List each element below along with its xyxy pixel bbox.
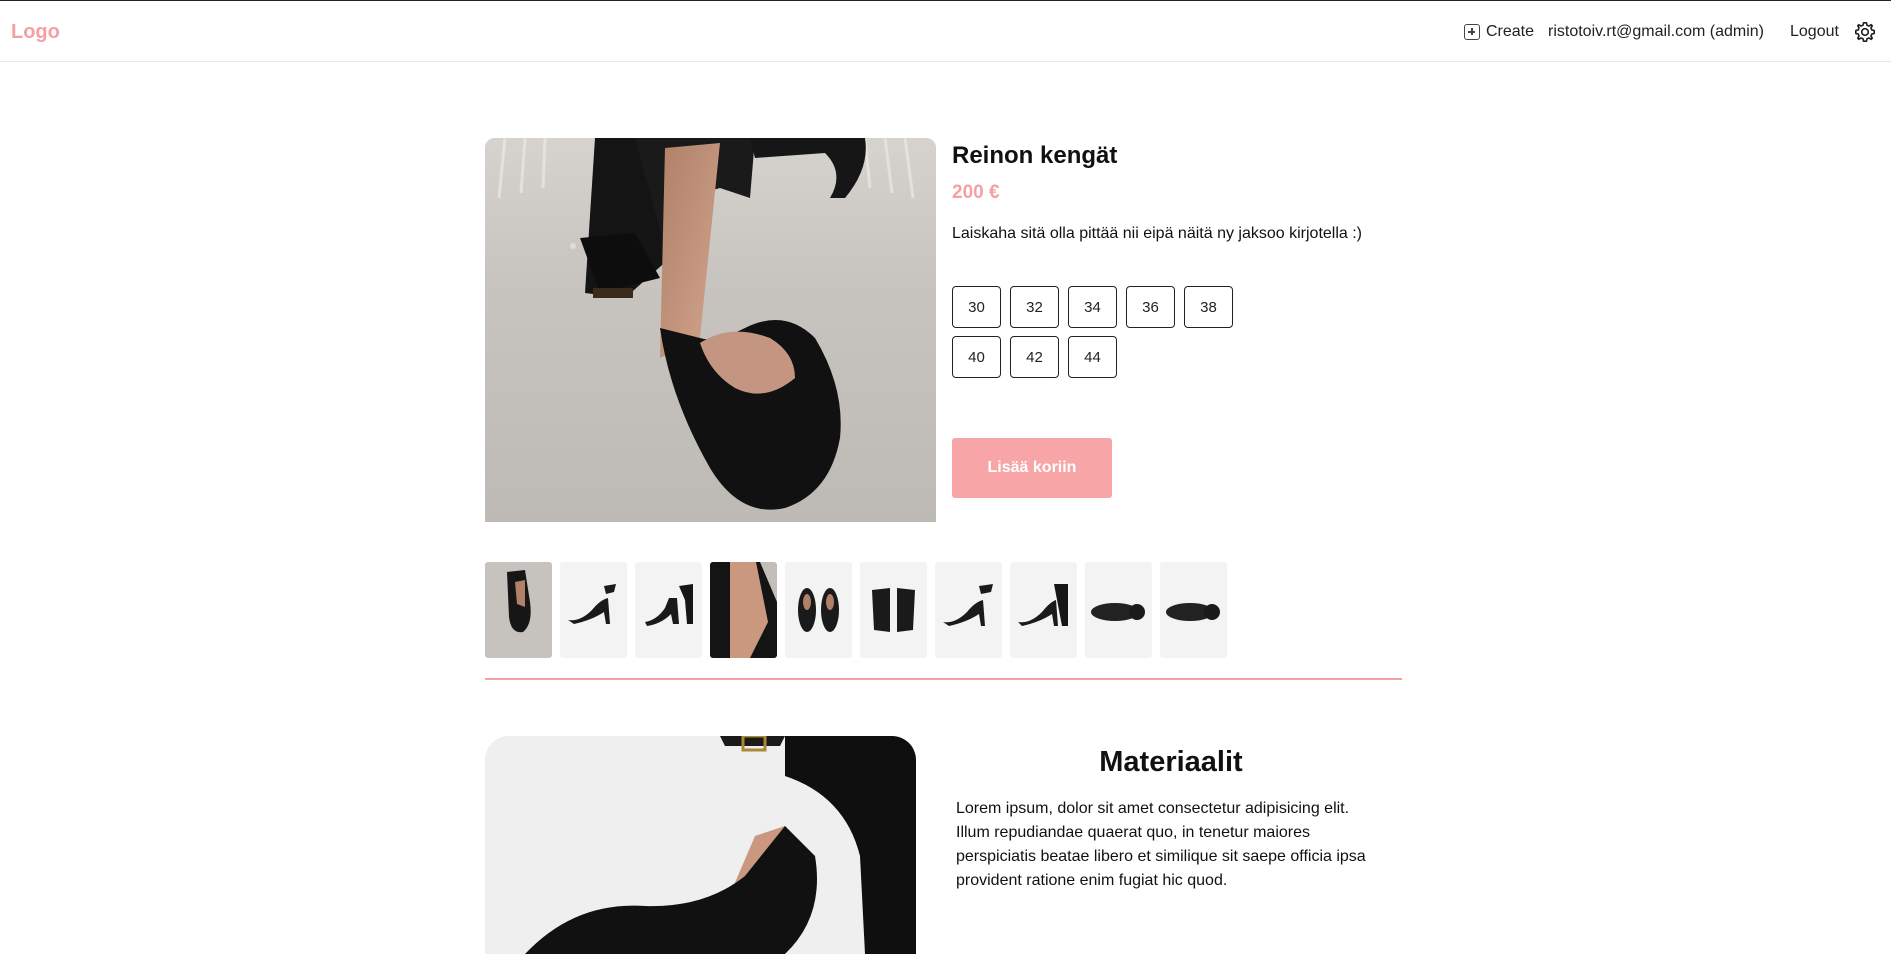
product-main-image xyxy=(485,138,936,522)
create-link[interactable]: Create xyxy=(1464,23,1534,41)
size-option[interactable]: 32 xyxy=(1010,286,1059,328)
thumbnail-image[interactable] xyxy=(1085,562,1152,658)
gear-icon[interactable] xyxy=(1854,21,1876,43)
materials-image xyxy=(485,736,916,954)
thumbnail-image[interactable] xyxy=(1160,562,1227,658)
thumbnail-image[interactable] xyxy=(1010,562,1077,658)
size-option[interactable]: 34 xyxy=(1068,286,1117,328)
size-option[interactable]: 38 xyxy=(1184,286,1233,328)
materials-text: Lorem ipsum, dolor sit amet consectetur … xyxy=(956,800,1366,889)
thumbnail-image[interactable] xyxy=(635,562,702,658)
thumbnail-strip xyxy=(485,562,1227,658)
product-description: Laiskaha sitä olla pittää nii eipä näitä… xyxy=(952,225,1363,242)
plus-square-icon xyxy=(1464,24,1480,40)
size-option[interactable]: 36 xyxy=(1126,286,1175,328)
thumbnail-image[interactable] xyxy=(785,562,852,658)
thumbnail-image[interactable] xyxy=(485,562,552,658)
thumbnail-image[interactable] xyxy=(560,562,627,658)
logo[interactable]: Logo xyxy=(11,21,60,44)
top-navbar: Logo Create ristotoiv.rt@gmail.com (admi… xyxy=(0,1,1891,62)
shoe-photo xyxy=(485,138,936,522)
create-label: Create xyxy=(1486,23,1535,40)
add-to-cart-button[interactable]: Lisää koriin xyxy=(952,438,1112,498)
thumbnail-image[interactable] xyxy=(710,562,777,658)
size-option[interactable]: 30 xyxy=(952,286,1001,328)
section-divider xyxy=(485,678,1402,680)
product-title: Reinon kengät xyxy=(952,142,1118,169)
size-option[interactable]: 42 xyxy=(1010,336,1059,378)
thumbnail-image[interactable] xyxy=(935,562,1002,658)
thumbnail-image[interactable] xyxy=(860,562,927,658)
size-option[interactable]: 40 xyxy=(952,336,1001,378)
materials-title: Materiaalit xyxy=(1099,746,1243,778)
user-account-label[interactable]: ristotoiv.rt@gmail.com (admin) xyxy=(1548,23,1764,41)
size-selector: 30 32 34 36 38 40 42 44 xyxy=(952,286,1252,378)
product-price: 200 € xyxy=(952,182,1000,203)
logout-link[interactable]: Logout xyxy=(1790,23,1839,41)
size-option[interactable]: 44 xyxy=(1068,336,1117,378)
